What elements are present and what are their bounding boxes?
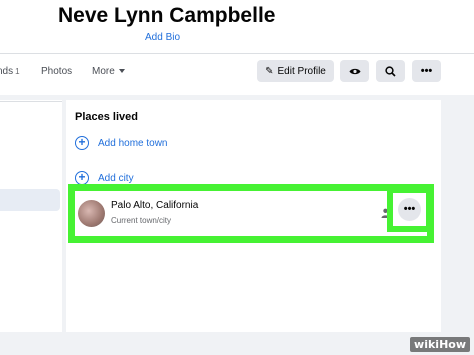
place-subtitle: Current town/city	[111, 216, 172, 225]
friends-count: 1	[15, 67, 20, 76]
add-city-label: Add city	[98, 172, 134, 184]
pencil-icon: ✎	[265, 65, 274, 77]
more-dots-icon: •••	[420, 64, 433, 77]
profile-name: Neve Lynn Campbelle	[58, 4, 276, 27]
profile-more-button[interactable]: •••	[412, 60, 441, 82]
edit-profile-label: Edit Profile	[277, 65, 326, 77]
tab-more-label: More	[92, 66, 115, 77]
places-lived-panel: Places lived + Add home town + Add city …	[66, 100, 441, 332]
more-dots-icon: •••	[403, 203, 416, 215]
plus-circle-icon: +	[75, 171, 89, 185]
plus-circle-icon: +	[75, 136, 89, 150]
add-home-town-button[interactable]: + Add home town	[75, 135, 168, 151]
search-icon	[385, 65, 396, 77]
profile-header: Neve Lynn Campbelle Add Bio nds1 Photos …	[0, 0, 474, 95]
place-entry-highlight: Palo Alto, California Current town/city	[68, 184, 434, 243]
add-home-town-label: Add home town	[98, 137, 168, 149]
eye-icon	[349, 68, 360, 74]
watermark-wiki: wiki	[414, 338, 440, 351]
tab-more[interactable]: More	[92, 66, 125, 77]
edit-profile-button[interactable]: ✎ Edit Profile	[257, 60, 334, 82]
place-thumbnail	[78, 200, 105, 227]
search-button[interactable]	[376, 60, 405, 82]
sidebar-item-selected[interactable]	[0, 189, 60, 211]
place-name[interactable]: Palo Alto, California	[111, 200, 198, 211]
wikihow-watermark: wikiHow	[410, 337, 470, 352]
tab-friends[interactable]: nds1	[0, 66, 20, 77]
header-divider	[0, 53, 474, 54]
place-more-button[interactable]: •••	[398, 198, 421, 221]
tab-friends-label: nds	[0, 66, 14, 77]
place-more-highlight: •••	[387, 187, 432, 232]
about-sidebar	[0, 100, 62, 332]
caret-down-icon	[118, 69, 125, 74]
sidebar-divider	[0, 101, 62, 102]
section-title: Places lived	[75, 111, 138, 123]
add-bio-link[interactable]: Add Bio	[145, 32, 180, 43]
tab-photos[interactable]: Photos	[41, 66, 72, 77]
watermark-how: How	[439, 338, 466, 351]
view-as-button[interactable]	[340, 60, 369, 82]
